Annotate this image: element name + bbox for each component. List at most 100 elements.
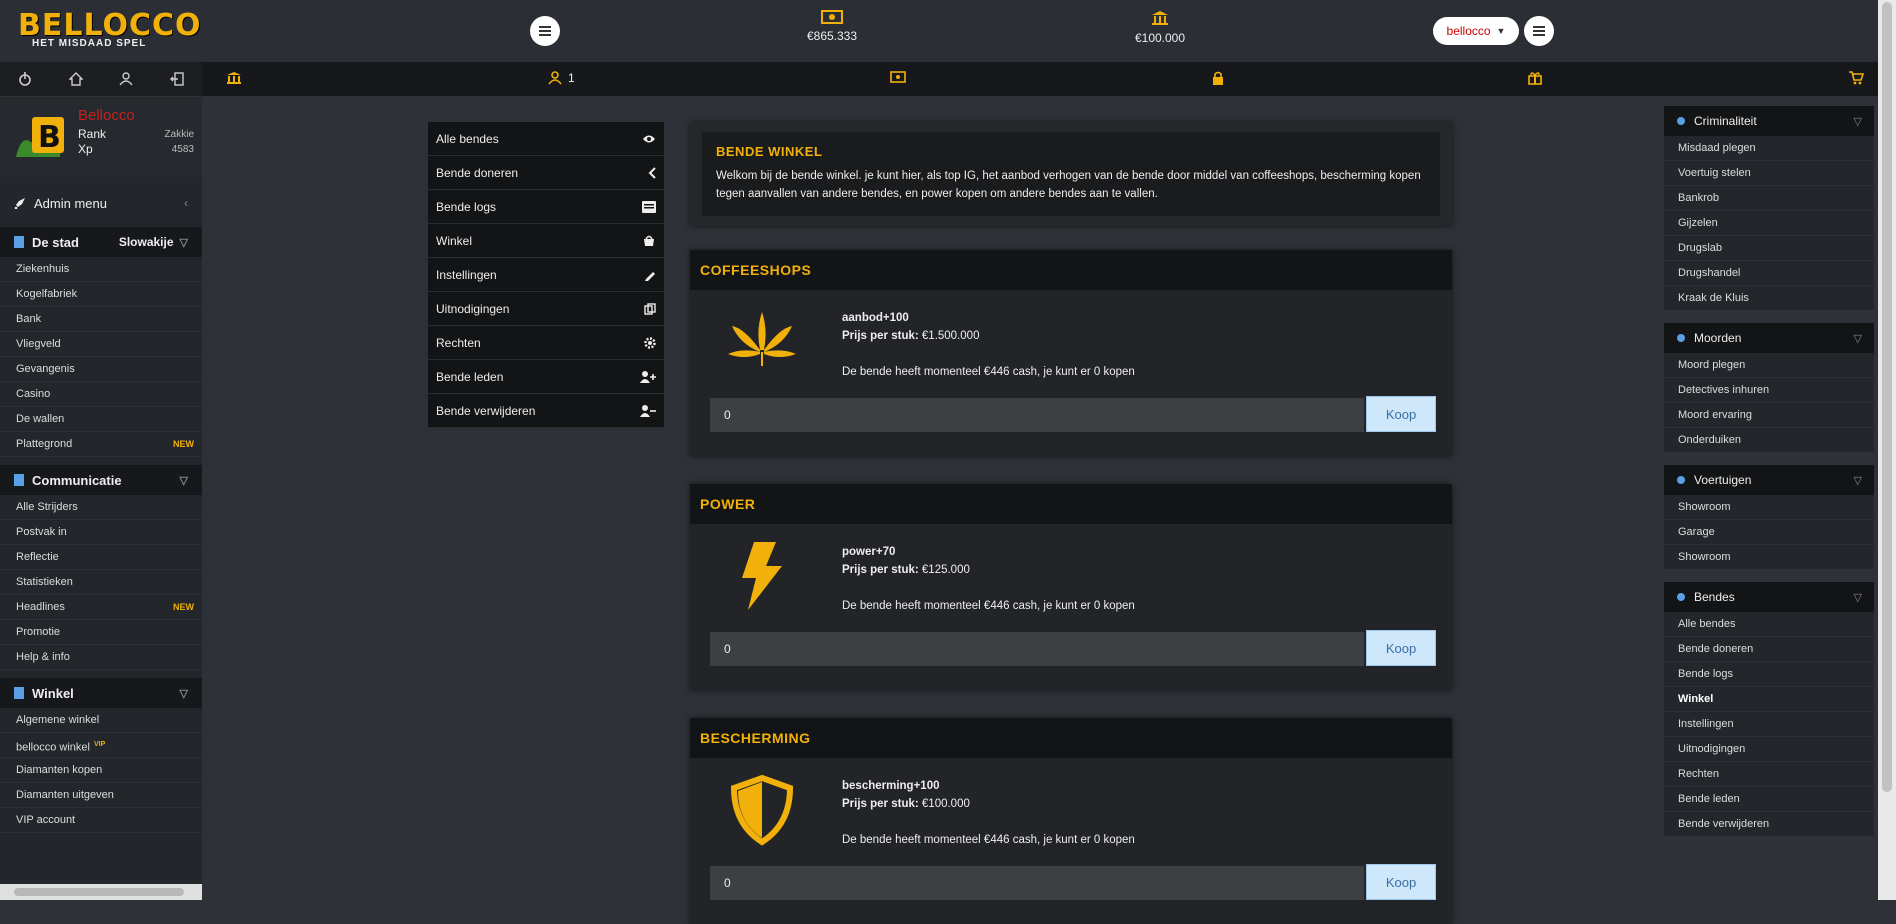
right-list-item[interactable]: Alle bendes (1664, 612, 1874, 637)
sidebar-item[interactable]: Reflectie (0, 545, 202, 570)
sidebar-item[interactable]: Statistieken (0, 570, 202, 595)
gang-menu-item[interactable]: Bende doneren (428, 156, 664, 190)
sidebar-item[interactable]: De wallen (0, 407, 202, 432)
right-list-item[interactable]: Detectives inhuren (1664, 378, 1874, 403)
quantity-input[interactable]: 0 (710, 866, 1364, 900)
right-list-item[interactable]: Garage (1664, 520, 1874, 545)
right-list-item[interactable]: Bende verwijderen (1664, 812, 1874, 837)
sidebar-item[interactable]: Ziekenhuis (0, 257, 202, 282)
right-list-item[interactable]: Drugshandel (1664, 261, 1874, 286)
left-menu-button[interactable] (530, 16, 560, 46)
price-label: Prijs per stuk: (842, 564, 919, 576)
sidebar-item-label: Help & info (16, 651, 70, 663)
right-list-item[interactable]: Bende logs (1664, 662, 1874, 687)
right-list-item[interactable]: Bende leden (1664, 787, 1874, 812)
right-list-item[interactable]: Bankrob (1664, 186, 1874, 211)
sidebar-item[interactable]: Diamanten uitgeven (0, 783, 202, 808)
sidebar-item[interactable]: VIP account (0, 808, 202, 833)
sidebar-list: Alle Strijders Postvak in Reflectie Statist… (0, 495, 202, 670)
right-group: Voertuigen ▽ Showroom Garage Showroom (1664, 465, 1874, 570)
sidebar-item[interactable]: Diamanten kopen (0, 758, 202, 783)
buy-button[interactable]: Koop (1366, 396, 1436, 432)
sidebar-group-1[interactable]: Communicatie ▽ (0, 465, 202, 495)
right-list-item[interactable]: Bende doneren (1664, 637, 1874, 662)
buy-button[interactable]: Koop (1366, 630, 1436, 666)
scrollbar-thumb[interactable] (14, 888, 184, 896)
shop-icon (642, 235, 656, 247)
right-group-header[interactable]: Moorden ▽ (1664, 323, 1874, 353)
home-icon[interactable] (51, 62, 102, 96)
right-list-item[interactable]: Kraak de Kluis (1664, 286, 1874, 311)
sidebar-item[interactable]: Casino (0, 382, 202, 407)
gang-menu-item[interactable]: Alle bendes (428, 122, 664, 156)
power-icon[interactable] (0, 62, 51, 96)
page-scrollbar[interactable] (1878, 0, 1896, 900)
right-list-item[interactable]: Misdaad plegen (1664, 136, 1874, 161)
right-list-item[interactable]: Moord ervaring (1664, 403, 1874, 428)
sidebar-item[interactable]: Algemene winkel (0, 708, 202, 733)
group-icon (1676, 116, 1686, 126)
toolbar-money-button[interactable] (890, 71, 906, 83)
shop-body: aanbod+100 Prijs per stuk: €1.500.000 De b… (690, 290, 1452, 456)
right-list-item[interactable]: Winkel (1664, 687, 1874, 712)
right-list-item[interactable]: Moord plegen (1664, 353, 1874, 378)
username[interactable]: Bellocco (78, 107, 135, 124)
gang-menu-item[interactable]: Instellingen (428, 258, 664, 292)
sidebar-item[interactable]: Postvak in (0, 520, 202, 545)
sidebar-item[interactable]: Headlines NEW (0, 595, 202, 620)
sidebar-item[interactable]: Alle Strijders (0, 495, 202, 520)
right-list-item[interactable]: Voertuig stelen (1664, 161, 1874, 186)
sidebar-item[interactable]: Gevangenis (0, 357, 202, 382)
right-list-item[interactable]: Gijzelen (1664, 211, 1874, 236)
gang-menu-item[interactable]: Bende verwijderen (428, 394, 664, 428)
money-icon (772, 10, 892, 24)
logout-icon[interactable] (152, 62, 203, 96)
toolbar-cart-button[interactable] (1848, 71, 1864, 85)
sidebar-item-label: Algemene winkel (16, 714, 100, 726)
gang-menu-item[interactable]: Rechten (428, 326, 664, 360)
sidebar-item[interactable]: Plattegrond NEW (0, 432, 202, 457)
sidebar-scrollbar[interactable] (0, 884, 202, 900)
scrollbar-thumb[interactable] (1882, 2, 1892, 792)
sidebar-item[interactable]: Vliegveld (0, 332, 202, 357)
right-list-item[interactable]: Onderduiken (1664, 428, 1874, 453)
toolbar-bank-button[interactable] (226, 71, 242, 85)
sidebar-item[interactable]: Promotie (0, 620, 202, 645)
sidebar-item[interactable]: Help & info (0, 645, 202, 670)
gang-menu-item[interactable]: Winkel (428, 224, 664, 258)
right-list-item[interactable]: Showroom (1664, 495, 1874, 520)
right-list-item[interactable]: Rechten (1664, 762, 1874, 787)
user-minus-icon (640, 404, 656, 417)
sidebar-item[interactable]: Bank (0, 307, 202, 332)
right-group-header[interactable]: Criminaliteit ▽ (1664, 106, 1874, 136)
right-group-header[interactable]: Bendes ▽ (1664, 582, 1874, 612)
sidebar-group-2[interactable]: Winkel ▽ (0, 678, 202, 708)
user-icon[interactable] (101, 62, 152, 96)
right-group-header[interactable]: Voertuigen ▽ (1664, 465, 1874, 495)
sidebar-item[interactable]: Kogelfabriek (0, 282, 202, 307)
sidebar-item[interactable]: bellocco winkel VIP (0, 733, 202, 758)
right-menu-button[interactable] (1524, 16, 1554, 46)
svg-text:B: B (38, 120, 61, 155)
toolbar-lock-button[interactable] (1212, 71, 1224, 85)
right-list-item[interactable]: Instellingen (1664, 712, 1874, 737)
logo[interactable]: BELLOCCO HET MISDAAD SPEL (18, 11, 202, 50)
right-list-item[interactable]: Uitnodigingen (1664, 737, 1874, 762)
buy-button[interactable]: Koop (1366, 864, 1436, 900)
gang-menu-item[interactable]: Uitnodigingen (428, 292, 664, 326)
right-list-item[interactable]: Drugslab (1664, 236, 1874, 261)
sidebar-group-0[interactable]: De stad Slowakije ▽ (0, 227, 202, 257)
language-select[interactable]: bellocco ▼ (1433, 17, 1519, 45)
quantity-input[interactable]: 0 (710, 398, 1364, 432)
shop-panel: BESCHERMING bescherming+100 Prijs per stuk… (690, 718, 1452, 924)
shop-effect: bescherming+100 (842, 780, 940, 792)
toolbar-online-button[interactable]: 1 (548, 71, 575, 85)
gang-menu-item[interactable]: Bende leden (428, 360, 664, 394)
quantity-input[interactable]: 0 (710, 632, 1364, 666)
chevron-down-icon: ▽ (179, 474, 188, 487)
admin-menu[interactable]: Admin menu ‹ (0, 187, 202, 219)
right-list-item[interactable]: Showroom (1664, 545, 1874, 570)
sidebar-group-extra[interactable]: Slowakije (119, 235, 174, 249)
toolbar-gift-button[interactable] (1528, 71, 1542, 85)
gang-menu-item[interactable]: Bende logs (428, 190, 664, 224)
